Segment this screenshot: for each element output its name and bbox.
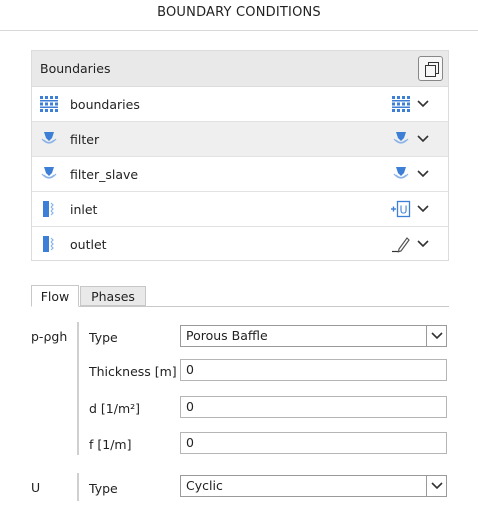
f-coefficient-input[interactable]: 0 — [180, 432, 447, 454]
tab-phases[interactable]: Phases — [80, 286, 146, 306]
velocity-inlet-label: U — [399, 204, 407, 217]
f-coefficient-label: f [1/m] — [89, 437, 132, 452]
chevron-down-icon[interactable] — [416, 133, 430, 145]
mesh-icon[interactable] — [391, 95, 411, 113]
baffle-icon — [41, 132, 57, 144]
boundaries-header-label: Boundaries — [40, 61, 111, 76]
thickness-label: Thickness [m] — [89, 364, 177, 379]
copy-button[interactable] — [418, 56, 443, 81]
title-divider — [0, 30, 478, 31]
baffle-icon — [41, 167, 57, 179]
boundary-row-inlet[interactable]: inlet U — [32, 192, 448, 227]
d-coefficient-value: 0 — [186, 399, 194, 414]
pencil-icon[interactable] — [391, 235, 411, 253]
boundary-label: boundaries — [70, 97, 140, 112]
chevron-down-icon[interactable] — [416, 98, 430, 110]
select-divider — [426, 476, 427, 496]
boundaries-header: Boundaries — [32, 51, 448, 87]
thickness-value: 0 — [186, 362, 194, 377]
select-divider — [426, 326, 427, 346]
chevron-down-icon[interactable] — [416, 203, 430, 215]
field-group-label-u: U — [31, 480, 41, 495]
u-type-select[interactable]: Cyclic — [180, 475, 447, 497]
boundaries-panel: Boundaries boundaries filter filter_slav… — [31, 50, 449, 261]
boundary-row-outlet[interactable]: outlet — [32, 227, 448, 262]
field-group-label-p-rgh: p-ρgh — [31, 329, 68, 344]
chevron-down-icon — [431, 332, 443, 340]
boundary-label: inlet — [70, 202, 98, 217]
tab-flow[interactable]: Flow — [31, 285, 79, 307]
mesh-icon — [40, 96, 58, 112]
f-coefficient-value: 0 — [186, 435, 194, 450]
tab-bar-divider — [31, 306, 449, 307]
patch-icon — [43, 236, 54, 252]
p-rgh-type-select[interactable]: Porous Baffle — [180, 325, 447, 347]
chevron-down-icon[interactable] — [416, 238, 430, 250]
d-coefficient-label: d [1/m²] — [89, 401, 141, 416]
u-type-label: Type — [89, 481, 118, 496]
field-group-bar — [77, 473, 79, 501]
baffle-icon[interactable] — [391, 165, 411, 183]
baffle-icon[interactable] — [391, 130, 411, 148]
boundary-label: filter — [70, 132, 100, 147]
thickness-input[interactable]: 0 — [180, 359, 447, 381]
patch-icon — [43, 201, 54, 217]
boundary-row-boundaries[interactable]: boundaries — [32, 87, 448, 122]
p-rgh-type-value: Porous Baffle — [186, 328, 268, 343]
velocity-inlet-icon[interactable]: U — [391, 200, 411, 218]
u-type-value: Cyclic — [186, 478, 223, 493]
boundary-row-filter[interactable]: filter — [32, 122, 448, 157]
chevron-down-icon — [431, 482, 443, 490]
window-title: BOUNDARY CONDITIONS — [157, 5, 321, 20]
boundary-label: outlet — [70, 237, 107, 252]
d-coefficient-input[interactable]: 0 — [180, 396, 447, 418]
field-group-bar — [77, 322, 79, 455]
boundary-row-filter-slave[interactable]: filter_slave — [32, 157, 448, 192]
boundary-label: filter_slave — [70, 167, 139, 182]
p-rgh-type-label: Type — [89, 330, 118, 345]
chevron-down-icon[interactable] — [416, 168, 430, 180]
